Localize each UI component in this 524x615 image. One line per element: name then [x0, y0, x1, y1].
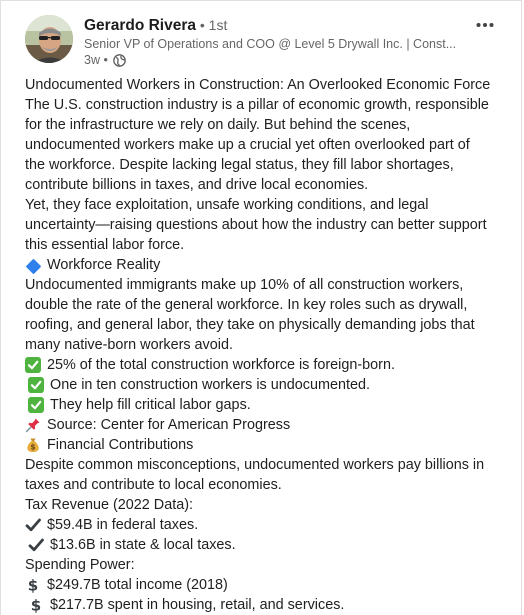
svg-text:$: $ [31, 597, 41, 613]
post-line: roofing, and general labor, they take on… [25, 315, 507, 335]
post-line: Despite common misconceptions, undocumen… [25, 455, 507, 475]
post-text: uncertainty—raising questions about how … [25, 217, 487, 233]
post-text: Yet, they face exploitation, unsafe work… [25, 197, 429, 213]
bullet-text: $59.4B in federal taxes. [47, 517, 199, 533]
post-text: contribute billions in taxes, and drive … [25, 177, 369, 193]
post-text: taxes and contribute to local economies. [25, 477, 282, 493]
post-time: 3w • [84, 53, 108, 67]
author-name-row: Gerardo Rivera • 1st [84, 15, 227, 36]
section-heading: Financial Contributions [47, 437, 194, 453]
bullet-text: One in ten construction workers is undoc… [50, 377, 370, 393]
pushpin-emoji [25, 418, 40, 433]
post-line: double the rate of the general workforce… [25, 295, 507, 315]
post-line: Tax Revenue (2022 Data): [25, 495, 507, 515]
post-meta: 3w • [84, 52, 126, 68]
author-name[interactable]: Gerardo Rivera [84, 17, 196, 34]
post-line: They help fill critical labor gaps. [25, 395, 507, 415]
post-line: Workforce Reality [25, 255, 507, 275]
post-text: undocumented workers make up a crucial y… [25, 137, 470, 153]
section-heading: Workforce Reality [47, 257, 161, 273]
white-check-mark-emoji [28, 397, 44, 413]
post-line: many native-born workers avoid. [25, 335, 507, 355]
money-bag-emoji: $ [27, 438, 39, 452]
post-line: $13.6B in state & local taxes. [25, 535, 507, 555]
heavy-dollar-sign-emoji: $ [28, 577, 38, 593]
source-text: Source: Center for American Progress [47, 417, 291, 433]
post-body: Undocumented Workers in Construction: An… [25, 75, 507, 615]
blue-diamond-emoji [25, 258, 42, 274]
more-options-button[interactable] [469, 13, 501, 37]
more-horizontal-icon [476, 23, 494, 27]
post-header: Gerardo Rivera • 1st Senior VP of Operat… [1, 1, 521, 73]
post-line: $ $249.7B total income (2018) [25, 575, 507, 595]
post-line: the workforce. Despite lacking legal sta… [25, 155, 507, 175]
svg-text:$: $ [30, 443, 35, 452]
post-line: uncertainty—raising questions about how … [25, 215, 507, 235]
post-line: 25% of the total construction workforce … [25, 355, 507, 375]
bullet-text: $13.6B in state & local taxes. [50, 537, 236, 553]
post-line: The U.S. construction industry is a pill… [25, 95, 507, 115]
post-line: Undocumented immigrants make up 10% of a… [25, 275, 507, 295]
bullet-text: $249.7B total income (2018) [47, 577, 228, 593]
avatar-photo [25, 15, 73, 63]
post-line: contribute billions in taxes, and drive … [25, 175, 507, 195]
post-line: taxes and contribute to local economies. [25, 475, 507, 495]
white-check-mark-emoji [25, 357, 41, 373]
feed-post: Gerardo Rivera • 1st Senior VP of Operat… [0, 0, 522, 615]
post-text: Spending Power: [25, 557, 135, 573]
post-text: Tax Revenue (2022 Data): [25, 497, 193, 513]
post-text: roofing, and general labor, they take on… [25, 317, 475, 333]
post-text: Despite common misconceptions, undocumen… [25, 457, 485, 473]
post-line: undocumented workers make up a crucial y… [25, 135, 507, 155]
post-line: Yet, they face exploitation, unsafe work… [25, 195, 507, 215]
author-headline: Senior VP of Operations and COO @ Level … [84, 37, 457, 51]
svg-text:$: $ [28, 577, 38, 593]
heavy-check-mark-emoji [25, 518, 41, 532]
avatar[interactable] [25, 15, 73, 63]
post-line: One in ten construction workers is undoc… [25, 375, 507, 395]
bullet-text: 25% of the total construction workforce … [47, 357, 395, 373]
post-text: many native-born workers avoid. [25, 337, 233, 353]
post-line: $ $217.7B spent in housing, retail, and … [25, 595, 507, 615]
post-line: Undocumented Workers in Construction: An… [25, 75, 507, 95]
globe-icon [112, 53, 126, 67]
post-line: this essential labor force. [25, 235, 507, 255]
post-text: for the infrastructure we rely on daily.… [25, 117, 411, 133]
heavy-dollar-sign-emoji: $ [31, 597, 41, 613]
post-text: Undocumented immigrants make up 10% of a… [25, 277, 464, 293]
bullet-text: They help fill critical labor gaps. [50, 397, 251, 413]
post-line: $59.4B in federal taxes. [25, 515, 507, 535]
post-line: Spending Power: [25, 555, 507, 575]
connection-degree: • 1st [196, 17, 228, 33]
heavy-check-mark-emoji [28, 538, 44, 552]
post-text: The U.S. construction industry is a pill… [25, 97, 489, 113]
post-text: double the rate of the general workforce… [25, 297, 468, 313]
white-check-mark-emoji [28, 377, 44, 393]
post-title: Undocumented Workers in Construction: An… [25, 77, 491, 93]
post-line: Source: Center for American Progress [25, 415, 507, 435]
post-line: for the infrastructure we rely on daily.… [25, 115, 507, 135]
post-text: this essential labor force. [25, 237, 185, 253]
post-line: $ Financial Contributions [25, 435, 507, 455]
bullet-text: $217.7B spent in housing, retail, and se… [50, 597, 345, 613]
post-text: the workforce. Despite lacking legal sta… [25, 157, 454, 173]
